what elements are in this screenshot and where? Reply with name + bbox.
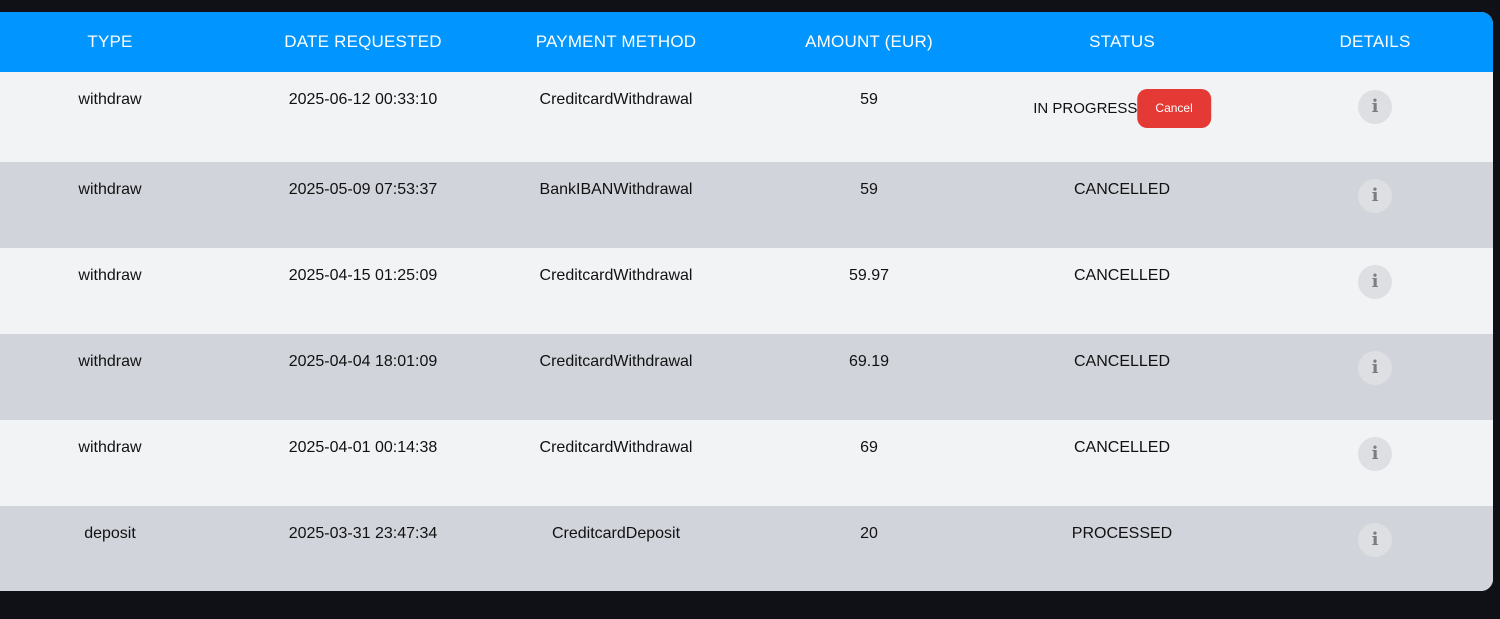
cell-date: 2025-06-12 00:33:10 <box>288 91 438 108</box>
table-header: TYPE DATE REQUESTED PAYMENT METHOD AMOUN… <box>0 12 1493 72</box>
cancel-button[interactable]: Cancel <box>1137 89 1211 128</box>
cell-status: CANCELLED <box>1073 353 1171 370</box>
cell-amount: 69.19 <box>848 353 890 370</box>
table-row: deposit 2025-03-31 23:47:34 CreditcardDe… <box>0 506 1493 591</box>
table-row: withdraw 2025-04-15 01:25:09 CreditcardW… <box>0 248 1493 334</box>
details-button[interactable]: i <box>1358 351 1392 385</box>
info-icon[interactable]: i <box>1358 437 1392 471</box>
cell-date: 2025-05-09 07:53:37 <box>288 181 438 198</box>
cell-amount: 59.97 <box>848 267 890 284</box>
status-text: IN PROGRESS <box>1033 100 1138 117</box>
cell-amount: 59 <box>860 91 878 108</box>
details-button[interactable]: i <box>1358 90 1392 124</box>
table-row: withdraw 2025-04-01 00:14:38 CreditcardW… <box>0 420 1493 506</box>
cell-payment-method: CreditcardDeposit <box>551 525 681 542</box>
transactions-table: TYPE DATE REQUESTED PAYMENT METHOD AMOUN… <box>0 12 1493 591</box>
cell-payment-method: CreditcardWithdrawal <box>539 353 693 370</box>
info-icon[interactable]: i <box>1358 351 1392 385</box>
info-icon[interactable]: i <box>1358 265 1392 299</box>
info-icon[interactable]: i <box>1358 523 1392 557</box>
cell-type: withdraw <box>78 91 142 108</box>
table-row: withdraw 2025-05-09 07:53:37 BankIBANWit… <box>0 162 1493 248</box>
details-button[interactable]: i <box>1358 265 1392 299</box>
details-button[interactable]: i <box>1358 179 1392 213</box>
cell-date: 2025-04-15 01:25:09 <box>288 267 438 284</box>
header-status: STATUS <box>1089 32 1155 51</box>
table-row: withdraw 2025-04-04 18:01:09 CreditcardW… <box>0 334 1493 420</box>
cell-type: withdraw <box>78 353 142 370</box>
header-date-requested: DATE REQUESTED <box>284 32 442 51</box>
cell-amount: 69 <box>860 439 878 456</box>
cell-date: 2025-04-01 00:14:38 <box>288 439 438 456</box>
cell-type: withdraw <box>78 181 142 198</box>
cell-type: withdraw <box>78 267 142 284</box>
cell-amount: 20 <box>860 525 878 542</box>
cell-payment-method: CreditcardWithdrawal <box>539 267 693 284</box>
cell-status: CANCELLED <box>1073 439 1171 456</box>
cell-date: 2025-04-04 18:01:09 <box>288 353 438 370</box>
header-type: TYPE <box>87 32 133 51</box>
cell-payment-method: CreditcardWithdrawal <box>539 439 693 456</box>
info-icon[interactable]: i <box>1358 90 1392 124</box>
cell-status: PROCESSED <box>1071 525 1173 542</box>
cell-status: CANCELLED <box>1073 181 1171 198</box>
cell-status: IN PROGRESS Cancel <box>1033 89 1211 128</box>
cell-status: CANCELLED <box>1073 267 1171 284</box>
cell-date: 2025-03-31 23:47:34 <box>288 525 438 542</box>
header-details: DETAILS <box>1339 32 1411 51</box>
cell-payment-method: BankIBANWithdrawal <box>539 181 693 198</box>
cell-payment-method: CreditcardWithdrawal <box>539 91 693 108</box>
details-button[interactable]: i <box>1358 437 1392 471</box>
cell-amount: 59 <box>860 181 878 198</box>
cell-type: deposit <box>84 525 136 542</box>
header-amount: AMOUNT (EUR) <box>805 32 933 51</box>
cell-type: withdraw <box>78 439 142 456</box>
header-payment-method: PAYMENT METHOD <box>535 32 697 51</box>
table-row: withdraw 2025-06-12 00:33:10 CreditcardW… <box>0 72 1493 162</box>
details-button[interactable]: i <box>1358 523 1392 557</box>
info-icon[interactable]: i <box>1358 179 1392 213</box>
